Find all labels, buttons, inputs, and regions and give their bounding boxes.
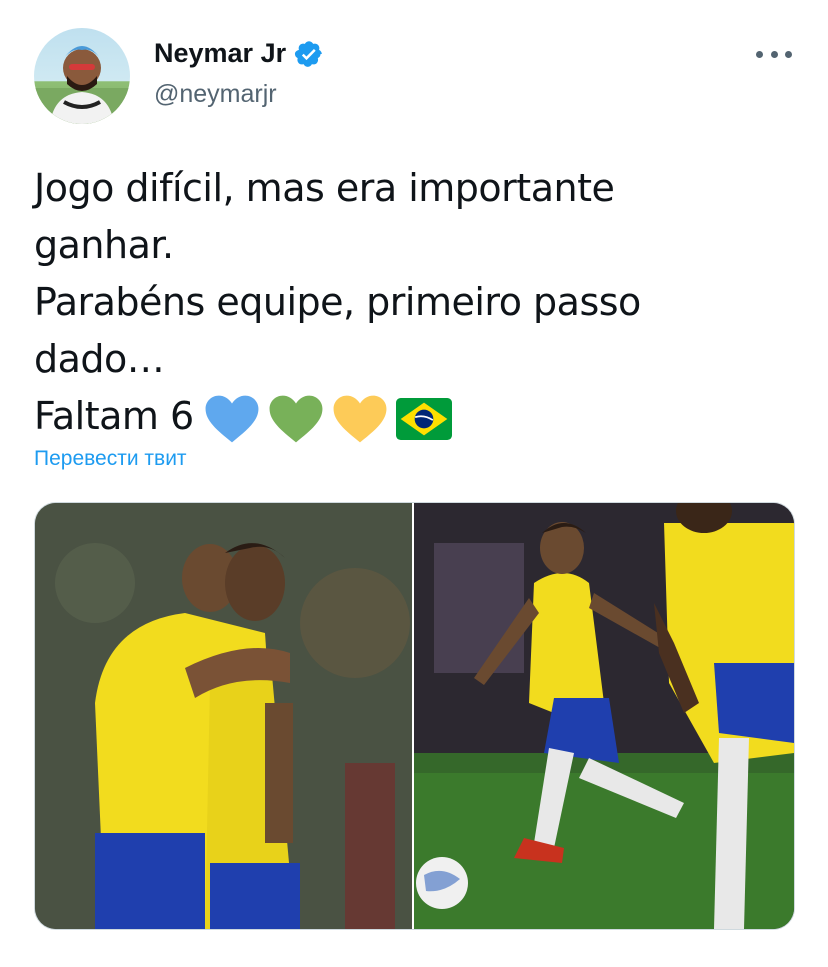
tweet-text-line: Jogo difícil, mas era importante — [34, 166, 615, 210]
green-heart-icon — [269, 395, 323, 442]
photo-left-illustration — [35, 503, 412, 929]
more-dot-icon — [785, 50, 792, 58]
translate-tweet-link[interactable]: Перевести твит — [34, 447, 187, 471]
photo-players-hugging[interactable] — [35, 503, 412, 929]
more-options-button[interactable] — [756, 40, 792, 68]
emoji-group — [204, 394, 460, 444]
media-grid — [34, 502, 795, 930]
tweet-text-line: Parabéns equipe, primeiro passo — [34, 280, 641, 324]
avatar-image — [34, 46, 130, 124]
tweet-text-line: ganhar. — [34, 223, 174, 267]
yellow-heart-icon — [333, 395, 387, 442]
tweet-text-line: Faltam 6 — [34, 394, 194, 438]
more-dot-icon — [770, 50, 778, 58]
verified-badge-icon — [295, 40, 322, 67]
tweet-text-last-line: Faltam 6 — [34, 388, 774, 445]
tweet-text-line: dado… — [34, 337, 165, 381]
author-avatar[interactable] — [34, 28, 130, 124]
brazil-flag-icon — [395, 397, 452, 440]
blue-heart-icon — [205, 395, 259, 442]
author-name-row[interactable]: Neymar Jr — [154, 38, 324, 69]
photo-player-dribbling[interactable] — [414, 503, 794, 929]
more-dot-icon — [756, 50, 763, 58]
photo-right-illustration — [414, 503, 794, 929]
tweet-text: Jogo difícil, mas era importante ganhar.… — [34, 160, 774, 445]
author-display-name[interactable]: Neymar Jr — [154, 38, 286, 69]
author-handle[interactable]: @neymarjr — [154, 80, 277, 109]
